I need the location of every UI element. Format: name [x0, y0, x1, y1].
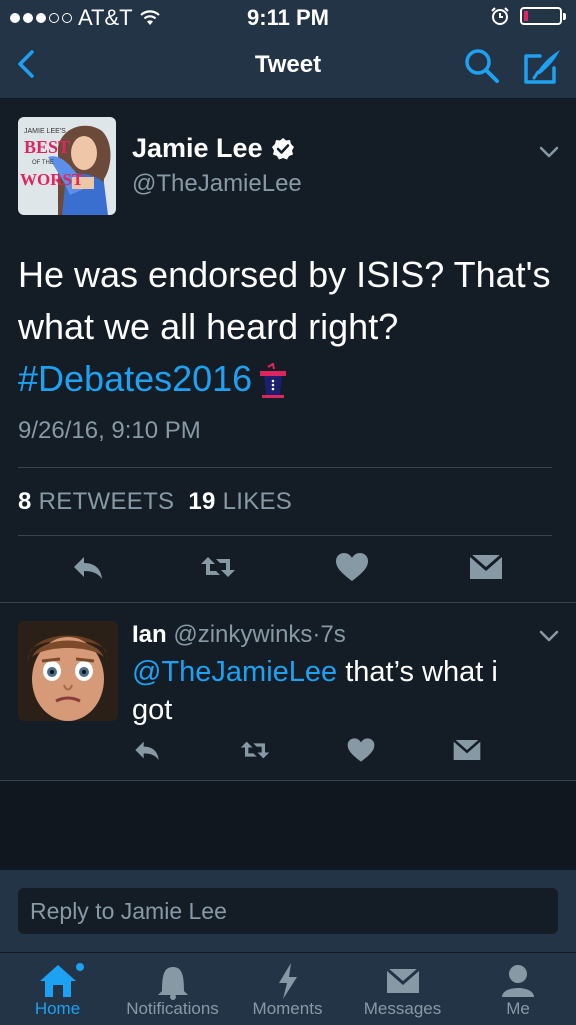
reply-text-line2: got: [132, 694, 173, 726]
main-tweet: JAMIE LEE'S BEST OF THE WORST Jamie Lee …: [0, 99, 576, 602]
podium-icon: [260, 363, 287, 399]
status-bar: AT&T 9:11 PM: [0, 0, 576, 34]
chevron-down-icon[interactable]: [536, 623, 562, 649]
reply-author-avatar[interactable]: [18, 621, 118, 721]
reply-bar: Reply to Jamie Lee: [0, 870, 576, 952]
direct-message-icon[interactable]: [450, 735, 484, 765]
tab-me[interactable]: Me: [460, 953, 576, 1025]
tab-home-label: Home: [34, 999, 81, 1018]
tweet-text-line2: what we all heard right?: [18, 306, 399, 347]
avatar-text-line3: OF THE: [32, 160, 54, 166]
tab-home[interactable]: Home: [0, 953, 115, 1025]
tab-messages[interactable]: Messages: [345, 953, 460, 1025]
verified-badge-icon: [271, 137, 294, 159]
reply-header: Ian @zinkywinks·7s: [132, 621, 346, 649]
lightning-icon: [279, 963, 297, 999]
reply-text-part1: that’s what i: [337, 656, 498, 688]
divider: [18, 467, 552, 468]
like-icon[interactable]: [332, 549, 372, 585]
reply-tweet: Ian @zinkywinks·7s @TheJamieLee that’s w…: [0, 603, 576, 780]
avatar-text-line1: JAMIE LEE'S: [24, 128, 66, 135]
retweet-icon[interactable]: [238, 735, 272, 765]
author-name-row[interactable]: Jamie Lee: [132, 133, 295, 164]
reply-age: 7s: [320, 621, 346, 648]
retweets-count[interactable]: 8: [18, 488, 32, 515]
tweet-text-line1: He was endorsed by ISIS? That's: [18, 254, 551, 295]
tweet-timestamp: 9/26/16, 9:10 PM: [18, 417, 201, 444]
alarm-icon: [491, 7, 509, 25]
nav-bar: Tweet: [0, 34, 576, 99]
retweet-icon[interactable]: [198, 549, 238, 585]
person-icon: [502, 965, 534, 997]
reply-input[interactable]: Reply to Jamie Lee: [18, 888, 558, 934]
tweet-actions: [0, 549, 576, 593]
author-handle[interactable]: @TheJamieLee: [132, 170, 302, 198]
retweets-label[interactable]: RETWEETS: [39, 488, 175, 515]
author-avatar[interactable]: JAMIE LEE'S BEST OF THE WORST: [18, 117, 116, 215]
avatar-text-line4: WORST: [20, 170, 84, 189]
mention-link[interactable]: @TheJamieLee: [132, 656, 337, 688]
tab-me-label: Me: [506, 999, 530, 1018]
tab-moments-label: Moments: [252, 999, 323, 1018]
tweet-text: He was endorsed by ISIS? That's what we …: [18, 249, 558, 405]
status-right: [490, 6, 566, 26]
tweet-stats: 8 RETWEETS 19 LIKES: [18, 488, 292, 516]
like-icon[interactable]: [344, 735, 378, 765]
reply-icon[interactable]: [130, 735, 164, 765]
bell-icon: [158, 967, 188, 1000]
tab-bar: Home Notifications Moments Messages Me: [0, 952, 576, 1025]
tab-notifications[interactable]: Notifications: [115, 953, 230, 1025]
reply-author-handle[interactable]: @zinkywinks: [173, 621, 312, 648]
author-name[interactable]: Jamie Lee: [132, 133, 263, 164]
tab-notifications-label: Notifications: [126, 999, 219, 1018]
likes-count[interactable]: 19: [188, 488, 215, 515]
compose-icon[interactable]: [520, 44, 564, 88]
hashtag-link[interactable]: #Debates2016: [18, 358, 252, 399]
battery-fill: [524, 11, 528, 21]
tab-messages-label: Messages: [363, 999, 442, 1018]
home-icon: [40, 963, 84, 997]
envelope-icon: [386, 967, 420, 993]
chevron-down-icon[interactable]: [536, 139, 562, 165]
reply-text: @TheJamieLee that’s what i got: [132, 653, 532, 729]
avatar-text-line2: BEST: [24, 137, 70, 157]
divider: [18, 535, 552, 536]
empty-area: [0, 781, 576, 870]
battery-icon: [520, 7, 566, 25]
likes-label[interactable]: LIKES: [223, 488, 293, 515]
tab-moments[interactable]: Moments: [230, 953, 345, 1025]
tweet-text-line3: #Debates2016: [18, 353, 558, 405]
search-icon[interactable]: [462, 46, 502, 86]
direct-message-icon[interactable]: [466, 549, 506, 585]
reply-author-name[interactable]: Ian: [132, 621, 167, 648]
reply-icon[interactable]: [68, 549, 108, 585]
